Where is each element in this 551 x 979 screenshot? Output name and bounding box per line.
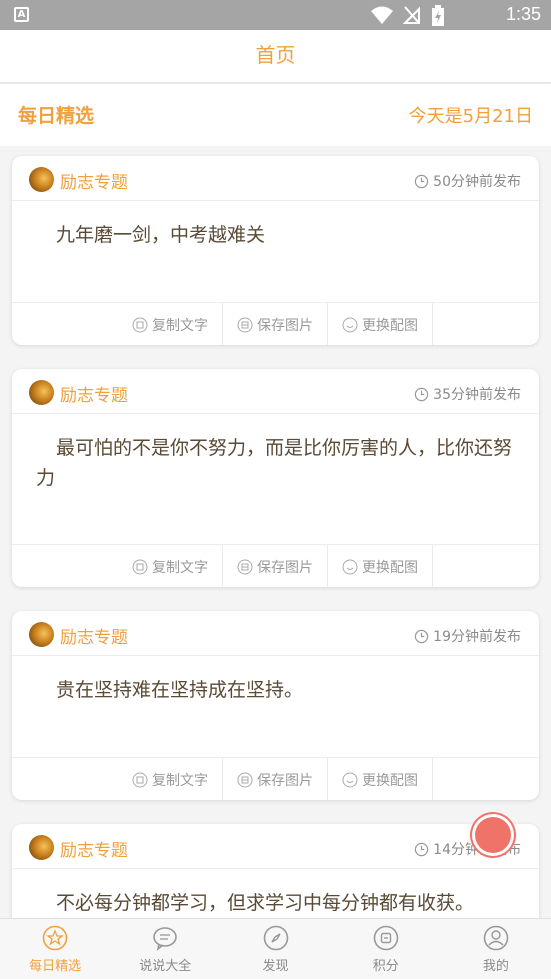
quote-card: 励志专题 19分钟前发布 贵在坚持难在坚持成在坚持。 复制文字 保存图片 更换配…: [12, 611, 539, 800]
avatar[interactable]: [29, 167, 54, 192]
tab-label: 发现: [262, 959, 289, 974]
page-title: 首页: [0, 30, 551, 83]
tab-label: 每日精选: [29, 959, 82, 974]
avatar[interactable]: [29, 380, 54, 405]
save-icon: [237, 317, 253, 332]
bottom-tab-bar: 每日精选 说说大全 发现 积分 我的: [0, 918, 551, 979]
avatar[interactable]: [29, 835, 54, 860]
copy-icon: [132, 317, 148, 332]
save-icon: [237, 559, 253, 574]
section-title: 每日精选: [18, 105, 95, 127]
smile-icon: [342, 559, 358, 574]
card-header: 励志专题 35分钟前发布: [12, 369, 539, 414]
card-header: 励志专题 19分钟前发布: [12, 611, 539, 656]
compass-icon: [263, 925, 288, 951]
chat-icon: [153, 927, 178, 951]
status-bar: A 1:35: [0, 0, 551, 30]
change-image-label: 更换配图: [362, 559, 418, 576]
today-date: 今天是5月21日: [408, 106, 533, 127]
app-notification-icon: A: [14, 7, 29, 22]
no-signal-icon: [403, 6, 420, 24]
copy-text-button[interactable]: 复制文字: [118, 758, 223, 800]
wifi-icon: [371, 6, 393, 24]
card-header: 励志专题 50分钟前发布: [12, 156, 539, 201]
quote-card: 励志专题 50分钟前发布 九年磨一剑，中考越难关 复制文字 保存图片 更换配图: [12, 156, 539, 345]
publish-time: 50分钟前发布: [414, 171, 521, 191]
publish-time-text: 19分钟前发布: [433, 629, 521, 645]
save-image-label: 保存图片: [257, 772, 313, 789]
card-actions: 复制文字 保存图片 更换配图: [12, 544, 539, 587]
quote-text: 九年磨一剑，中考越难关: [56, 224, 266, 246]
copy-icon: [132, 772, 148, 787]
tab-label: 说说大全: [139, 959, 192, 974]
save-image-label: 保存图片: [257, 559, 313, 576]
smile-icon: [342, 772, 358, 787]
copy-text-label: 复制文字: [152, 317, 208, 334]
save-image-label: 保存图片: [257, 317, 313, 334]
quote-card: 励志专题 35分钟前发布 最可怕的不是你不努力，而是比你厉害的人，比你还努力 复…: [12, 369, 539, 587]
topic-link[interactable]: 励志专题: [60, 623, 128, 648]
smile-icon: [342, 317, 358, 332]
tab-points[interactable]: 积分: [331, 919, 441, 979]
card-actions: 复制文字 保存图片 更换配图: [12, 757, 539, 800]
tab-daily-picks[interactable]: 每日精选: [0, 919, 110, 979]
avatar[interactable]: [29, 622, 54, 647]
copy-text-button[interactable]: 复制文字: [118, 545, 223, 587]
publish-time-text: 35分钟前发布: [433, 387, 521, 403]
topic-link[interactable]: 励志专题: [60, 836, 128, 861]
tab-profile[interactable]: 我的: [441, 919, 551, 979]
tab-label: 我的: [482, 959, 509, 974]
topic-link[interactable]: 励志专题: [60, 381, 128, 406]
copy-text-label: 复制文字: [152, 559, 208, 576]
clock-icon: [414, 842, 429, 856]
publish-time: 19分钟前发布: [414, 626, 521, 646]
status-time: 1:35: [505, 4, 541, 24]
save-image-button[interactable]: 保存图片: [223, 303, 328, 345]
copy-text-button[interactable]: 复制文字: [118, 303, 223, 345]
status-icons: [371, 5, 445, 27]
quote-text: 最可怕的不是你不努力，而是比你厉害的人，比你还努力: [36, 437, 513, 489]
quote-text: 不必每分钟都学习，但求学习中每分钟都有收获。: [56, 892, 475, 914]
clock-icon: [414, 174, 429, 188]
tab-label: 积分: [372, 959, 399, 974]
section-header: 每日精选 今天是5月21日: [0, 84, 551, 146]
star-icon: [42, 925, 68, 951]
save-image-button[interactable]: 保存图片: [223, 758, 328, 800]
card-header: 励志专题 14分钟前发布: [12, 824, 539, 869]
quote-text: 贵在坚持难在坚持成在坚持。: [56, 679, 304, 701]
change-image-button[interactable]: 更换配图: [328, 303, 433, 345]
clock-icon: [414, 387, 429, 401]
points-icon: [373, 925, 399, 951]
user-icon: [483, 925, 509, 951]
publish-time: 35分钟前发布: [414, 384, 521, 404]
publish-time-text: 50分钟前发布: [433, 174, 521, 190]
save-image-button[interactable]: 保存图片: [223, 545, 328, 587]
change-image-button[interactable]: 更换配图: [328, 545, 433, 587]
copy-text-label: 复制文字: [152, 772, 208, 789]
change-image-button[interactable]: 更换配图: [328, 758, 433, 800]
copy-icon: [132, 559, 148, 574]
tab-quotes[interactable]: 说说大全: [110, 919, 220, 979]
battery-charging-icon: [432, 5, 444, 26]
clock-icon: [414, 629, 429, 643]
change-image-label: 更换配图: [362, 317, 418, 334]
floating-action-button[interactable]: [475, 817, 511, 853]
save-icon: [237, 772, 253, 787]
topic-link[interactable]: 励志专题: [60, 168, 128, 193]
card-actions: 复制文字 保存图片 更换配图: [12, 302, 539, 345]
tab-discover[interactable]: 发现: [220, 919, 330, 979]
change-image-label: 更换配图: [362, 772, 418, 789]
